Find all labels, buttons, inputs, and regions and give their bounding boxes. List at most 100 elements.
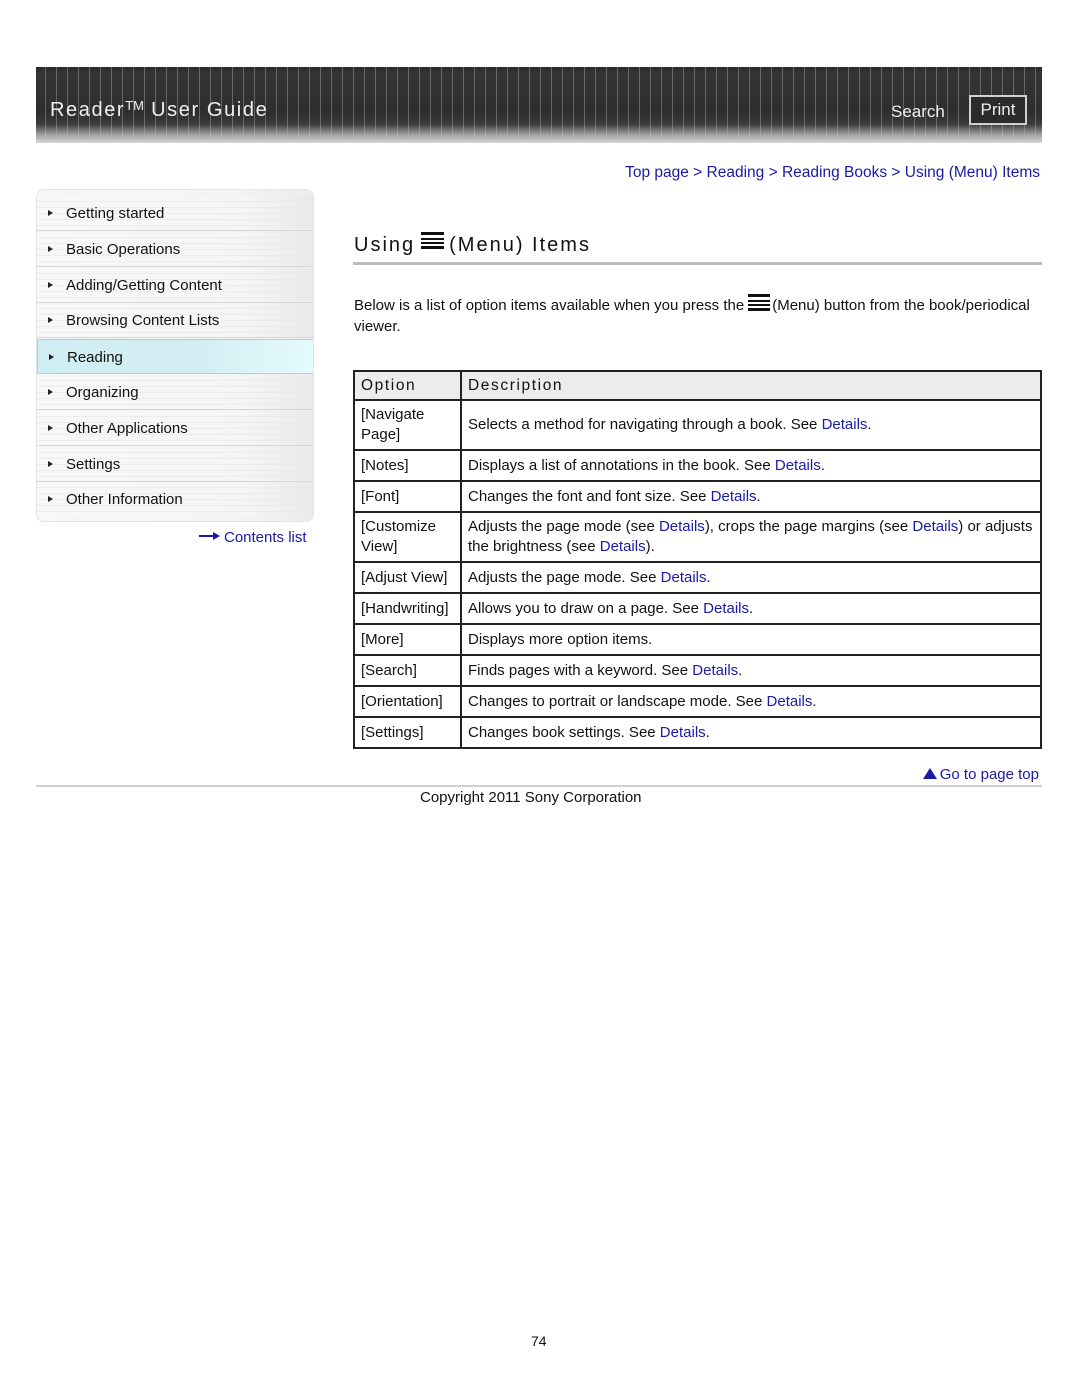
details-link[interactable]: Details	[822, 416, 868, 433]
option-cell: [Navigate Page]	[353, 399, 462, 451]
details-link[interactable]: Details	[703, 600, 749, 617]
table-header-row: Option Description	[353, 370, 1042, 401]
description-text: .	[738, 661, 743, 679]
breadcrumb-separator: >	[764, 164, 782, 181]
details-link[interactable]: Details	[912, 518, 958, 535]
sidebar-item-label: Reading	[67, 349, 123, 367]
options-table: Option Description [Navigate Page] Select…	[353, 370, 1042, 749]
sidebar-item-label: Browsing Content Lists	[66, 312, 220, 330]
menu-icon	[748, 294, 771, 312]
details-link[interactable]: Details	[660, 724, 706, 741]
caret-right-icon	[48, 210, 53, 216]
page-title-suffix: (Menu) Items	[449, 234, 591, 256]
sidebar-item-label: Adding/Getting Content	[66, 276, 222, 294]
details-link[interactable]: Details	[661, 569, 707, 586]
breadcrumb-link[interactable]: Reading	[707, 164, 765, 181]
print-button[interactable]: Print	[969, 95, 1027, 125]
description-text: .	[705, 723, 710, 741]
description-cell: Displays a list of annotations in the bo…	[460, 449, 1042, 482]
description-text: ).	[645, 538, 655, 555]
caret-right-icon	[48, 281, 53, 288]
breadcrumb-link[interactable]: Reading Books	[782, 164, 887, 181]
sidebar-item-browsing-content-lists[interactable]: Browsing Content Lists	[37, 303, 313, 339]
caret-right-icon	[48, 317, 53, 324]
intro-text: Below is a list of option items availabl…	[354, 294, 1034, 337]
option-cell: [Customize View]	[353, 511, 462, 563]
description-text: Changes book settings. See	[468, 723, 660, 741]
sidebar-item-label: Settings	[66, 455, 121, 473]
description-cell: Selects a method for navigating through …	[460, 399, 1042, 451]
description-cell: Adjusts the page mode. See Details.	[460, 561, 1042, 594]
arrow-right-icon	[199, 531, 220, 541]
sidebar-item-other-applications[interactable]: Other Applications	[37, 410, 313, 446]
trademark: TM	[125, 98, 144, 113]
description-text: .	[756, 487, 761, 505]
title-suffix: User Guide	[143, 99, 269, 121]
description-text: .	[867, 416, 872, 433]
table-row: [Navigate Page] Selects a method for navi…	[353, 399, 1042, 451]
sidebar-item-reading[interactable]: Reading	[37, 339, 313, 375]
description-text: Finds pages with a keyword. See	[468, 661, 693, 679]
description-text: Allows you to draw on a page. See	[468, 599, 704, 617]
description-text: Adjusts the page mode (see	[468, 518, 659, 535]
sidebar-item-adding-getting-content[interactable]: Adding/Getting Content	[37, 267, 313, 303]
caret-right-icon	[48, 424, 53, 431]
sidebar-item-settings[interactable]: Settings	[37, 446, 313, 482]
description-cell: Changes book settings. See Details.	[460, 716, 1042, 749]
sidebar-item-other-information[interactable]: Other Information	[37, 482, 313, 518]
description-cell: Changes the font and font size. See Deta…	[460, 480, 1042, 513]
caret-right-icon	[48, 496, 53, 503]
description-cell: Displays more option items.	[460, 623, 1042, 656]
details-link[interactable]: Details	[775, 457, 821, 474]
contents-list-link[interactable]: Contents list	[199, 529, 307, 546]
table-row: [Customize View] Adjusts the page mode (s…	[353, 511, 1042, 563]
option-cell: [Adjust View]	[353, 561, 462, 594]
breadcrumb-link[interactable]: Top page	[625, 164, 689, 181]
sidebar-item-label: Other Applications	[66, 419, 188, 437]
option-cell: [Orientation]	[353, 685, 462, 718]
sidebar-item-getting-started[interactable]: Getting started	[37, 196, 313, 231]
option-cell: [Search]	[353, 654, 462, 687]
caret-right-icon	[48, 245, 53, 252]
description-text: Selects a method for navigating through …	[468, 416, 822, 433]
footer-divider	[36, 785, 1042, 787]
header-banner: ReaderTM User Guide Search Print	[36, 67, 1042, 143]
go-to-top-label: Go to page top	[939, 766, 1039, 783]
description-text: .	[749, 599, 754, 617]
sidebar-nav: Getting started Basic Operations Adding/Ge…	[36, 189, 314, 522]
description-text: Displays more option items.	[468, 630, 653, 648]
caret-right-icon	[49, 354, 54, 361]
sidebar-item-label: Organizing	[66, 384, 139, 401]
table-row: [Handwriting] Allows you to draw on a pag…	[353, 592, 1042, 625]
details-link[interactable]: Details	[659, 518, 705, 535]
details-link[interactable]: Details	[711, 488, 757, 505]
title-reader: Reader	[50, 99, 126, 121]
details-link[interactable]: Details	[600, 538, 646, 555]
guide-title: ReaderTM User Guide	[50, 98, 268, 122]
caret-right-icon	[48, 389, 53, 395]
sidebar-item-basic-operations[interactable]: Basic Operations	[37, 231, 313, 267]
description-cell: Changes to portrait or landscape mode. S…	[460, 685, 1042, 718]
description-cell: Allows you to draw on a page. See Detail…	[460, 592, 1042, 625]
details-link[interactable]: Details	[767, 693, 813, 710]
intro-before: Below is a list of option items availabl…	[354, 297, 745, 314]
caret-right-icon	[48, 460, 53, 467]
page-number: 74	[531, 1333, 547, 1349]
description-text: Changes to portrait or landscape mode. S…	[468, 692, 767, 710]
description-cell: Adjusts the page mode (see Details), cro…	[460, 511, 1042, 563]
description-cell: Finds pages with a keyword. See Details.	[460, 654, 1042, 687]
breadcrumb-link[interactable]: Using (Menu) Items	[905, 164, 1040, 181]
sidebar-item-organizing[interactable]: Organizing	[37, 375, 313, 410]
description-text: ), crops the page margins (see	[704, 518, 913, 535]
search-link[interactable]: Search	[891, 102, 945, 122]
title-divider	[353, 262, 1042, 265]
table-row: [Search] Finds pages with a keyword. See …	[353, 654, 1042, 687]
details-link[interactable]: Details	[692, 662, 738, 679]
breadcrumb: Top page > Reading > Reading Books > Usi…	[625, 164, 1040, 182]
copyright: Copyright 2011 Sony Corporation	[420, 789, 642, 806]
table-row: [Orientation] Changes to portrait or land…	[353, 685, 1042, 718]
go-to-page-top-link[interactable]: Go to page top	[922, 766, 1039, 783]
column-header-description: Description	[460, 370, 1042, 401]
sidebar-item-label: Basic Operations	[66, 240, 181, 258]
page-title: Using (Menu) Items	[354, 232, 591, 257]
